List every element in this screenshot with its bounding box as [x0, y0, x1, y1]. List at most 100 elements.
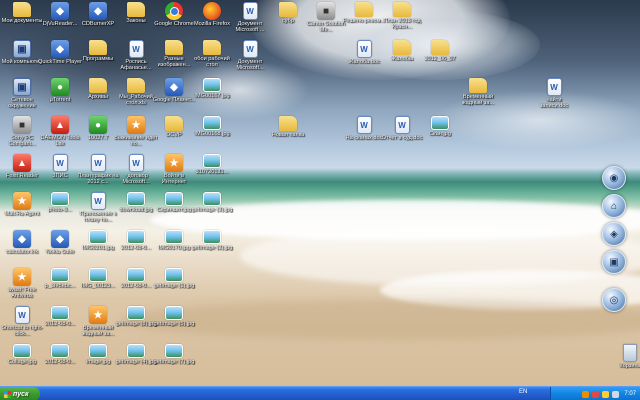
mouse-icon[interactable]: ⌂: [602, 194, 626, 218]
desktop-icon-label: 310720131...: [195, 169, 229, 175]
desktop-icon-vojti[interactable]: ★ Войти в Интернет: [154, 154, 194, 194]
desktop-icon-img-12[interactable]: Image.jpg: [78, 344, 118, 384]
desktop-icon-getimage-1[interactable]: getImage (3).jpg: [192, 192, 232, 232]
desktop-icon-programmy[interactable]: Программы: [78, 40, 118, 80]
desktop-icon-my-desktop[interactable]: Мы_Рабочий стол.xls: [116, 78, 156, 118]
desktop-icon-plan-grafik[interactable]: W План график на 2012 с...: [77, 154, 119, 194]
desktop-icon-daemon[interactable]: ▲ DAEMON Tools Lite: [40, 116, 80, 156]
excel-doc-icon: W: [90, 154, 106, 172]
desktop-icon-img-10[interactable]: 2012-08-0...: [40, 306, 80, 346]
desktop-icon-canon-solution[interactable]: ■ Canon Solution Me...: [306, 2, 346, 42]
desktop-icon-utorrent[interactable]: ● µTorrent: [40, 78, 80, 118]
nokia-icon: ◆: [51, 230, 69, 248]
desktop-icon-img-2[interactable]: IMG00168.jpg: [192, 116, 232, 156]
disc-drive-icon[interactable]: ◎: [602, 288, 626, 312]
desktop-icon-folder-2012[interactable]: 2012_06_07: [420, 40, 460, 80]
desktop-icon-getimage-3[interactable]: getImage (1).jpg: [154, 268, 194, 308]
desktop-icon-mozilla-firefox[interactable]: Mozilla Firefox: [192, 2, 232, 42]
desktop-icon-photo-3[interactable]: photo-3...: [40, 192, 80, 232]
desktop-icon-google-earth[interactable]: ◆ Google Планет...: [153, 78, 195, 118]
desktop-icon-img-6[interactable]: IMG0170.jpg: [154, 230, 194, 270]
desktop-icon-dogovor[interactable]: W ~договор Microsoft...: [116, 154, 156, 194]
desktop-icon-cdburnerxp[interactable]: ◆ CDBurnerXP: [78, 2, 118, 42]
desktop-icon-najti[interactable]: Wнайти записи.doc: [534, 78, 574, 118]
network-map-icon[interactable]: ◈: [602, 222, 626, 246]
taskbar-clock[interactable]: 7:07: [624, 391, 636, 397]
desktop-icon-recycle-bin[interactable]: Корзина: [610, 344, 640, 384]
desktop-icon-img-4[interactable]: IMG0201.jpg: [78, 230, 118, 270]
image-icon: [13, 344, 31, 358]
desktop-icon-img-11[interactable]: 2012-08-0...: [40, 344, 80, 384]
desktop-icon-plan-2013[interactable]: План 2013 год Красн...: [382, 2, 422, 42]
desktop-icon-img-8[interactable]: IMG_00123...: [78, 268, 118, 308]
desktop-icon-vremenny[interactable]: Временный жадный за...: [458, 78, 498, 118]
desktop-icon-label: getImage (2).jpg: [191, 245, 233, 251]
tray-app-icon[interactable]: [582, 390, 590, 398]
desktop-icon-doc-microsoft-1[interactable]: W Документ Microsoft ...: [230, 2, 270, 42]
desktop-icon-shortcut[interactable]: W Shortcut to right-click...: [1, 306, 43, 346]
desktop-icon-b10[interactable]: ● 10027.7: [78, 116, 118, 156]
desktop-icon-vremenny-2[interactable]: ★ Временный жадный за...: [78, 306, 118, 346]
desktop-icon-img-7[interactable]: p_3fe5ebc...: [40, 268, 80, 308]
desktop-icon-novaya-papka[interactable]: Новая папка: [268, 116, 308, 156]
desktop-icon-download[interactable]: download.jpg: [116, 192, 156, 232]
desktop-icon-getimage-7[interactable]: getImage (7).jpg: [154, 344, 194, 384]
desktop-icon-label: getImage (7).jpg: [153, 359, 195, 365]
desktop-icon-my-documents[interactable]: Мои документы: [2, 2, 42, 42]
desktop-icon-calculator[interactable]: ◆ calculator.lnk: [2, 230, 42, 270]
desktop-icon-getimage-5[interactable]: getImage (5).jpg: [154, 306, 194, 346]
image-icon: [203, 78, 221, 92]
image-icon: [51, 268, 69, 282]
desktop-icon-zhaloba-doc[interactable]: W Жалоба.doc: [344, 40, 384, 80]
desktop-icon-prilozhenie[interactable]: W Приложение к плану по...: [78, 192, 118, 232]
desktop-icon-my-computer[interactable]: ▣ Мой компьютер: [2, 40, 42, 80]
desktop-icon-doc-microsoft-2[interactable]: W Документ Microsoft...: [230, 40, 270, 80]
tray-network-icon[interactable]: [602, 390, 610, 398]
desktop-icon-getimage-6[interactable]: getImage (4).jpg: [116, 344, 156, 384]
desktop-icon-quicktime[interactable]: ◆ QuickTime Player: [38, 40, 82, 80]
app-icon: ★: [127, 116, 145, 134]
desktop-icon-screenshot[interactable]: Скриншот.jpg: [154, 192, 194, 232]
desktop-icon-nokia-suite[interactable]: ◆ Nokia Suite: [40, 230, 80, 270]
desktop-icon-network[interactable]: ▣ Сетевое окружение: [2, 78, 42, 118]
desktop-icon-sony[interactable]: ■ Sony PC Compani...: [2, 116, 42, 156]
language-indicator[interactable]: EN: [519, 389, 527, 395]
desktop-icon-subr[interactable]: субр: [268, 2, 308, 42]
desktop-icon-zhaloby[interactable]: Жалобы: [382, 40, 422, 80]
desktop-icon-arhivy[interactable]: Архивы: [78, 78, 118, 118]
desktop-icon-google-chrome[interactable]: Google Chrome: [154, 2, 194, 42]
desktop-icon-img-3[interactable]: 310720131...: [192, 154, 232, 194]
computer-icon: ▣: [13, 40, 31, 58]
desktop-icon-collage[interactable]: Collage.jpg: [2, 344, 42, 384]
desktop-icon-dcvp[interactable]: DCVP: [154, 116, 194, 156]
desktop-icon-img-1[interactable]: IMG00167.jpg: [192, 78, 232, 118]
start-button[interactable]: пуск: [0, 387, 40, 400]
desktop-icon-img-9[interactable]: 2012-08-0...: [116, 268, 156, 308]
desktop-icon-label: Временный жадный за...: [461, 94, 495, 107]
remote-icon[interactable]: ◉: [602, 166, 626, 190]
desktop-icon-zpis[interactable]: W ЗПИС: [40, 154, 80, 194]
desktop-icon-getimage-2[interactable]: getImage (2).jpg: [192, 230, 232, 270]
desktop-icon-iz-scan[interactable]: W На сканах.doc: [344, 116, 384, 156]
desktop-icon-mail-agent[interactable]: ★ Mail.Ru Agent: [2, 192, 42, 232]
desktop-icon-oboi[interactable]: обои рабочий стол: [192, 40, 232, 80]
tray-antivirus-icon[interactable]: [592, 390, 600, 398]
word-doc-icon: W: [128, 154, 144, 172]
chrome-icon: [165, 2, 183, 20]
desktop-icon-otchet[interactable]: W Отчет в суд.doc: [382, 116, 422, 156]
desktop-icon-rospis[interactable]: W Роспись Афанасье...: [116, 40, 156, 80]
desktop-icon-raznye[interactable]: Разные изображен...: [154, 40, 194, 80]
image-icon: [89, 344, 107, 358]
desktop-icon-zakony[interactable]: Законы: [116, 2, 156, 42]
daemon-icon: ▲: [51, 116, 69, 134]
desktop-icon-scan-img[interactable]: Скан.jpg: [420, 116, 460, 156]
desktop-icon-foxit[interactable]: ▲ Foxit Reader: [2, 154, 42, 194]
desktop-icon-avast[interactable]: ★ avast! Free Antivirus: [2, 268, 42, 308]
display-icon[interactable]: ▣: [602, 250, 626, 274]
tray-volume-icon[interactable]: [612, 390, 620, 398]
desktop-icon-img-5[interactable]: 2012-08-0...: [116, 230, 156, 270]
desktop-icon-reshenie[interactable]: Решено реком...: [343, 2, 385, 42]
desktop-icon-vyzhivanie[interactable]: ★ Выживание идет по...: [114, 116, 158, 156]
desktop-icon-getimage-4[interactable]: getImage (8).jpg: [116, 306, 156, 346]
desktop-icon-djvu-reader[interactable]: ◆ DjVuReader...: [40, 2, 80, 42]
